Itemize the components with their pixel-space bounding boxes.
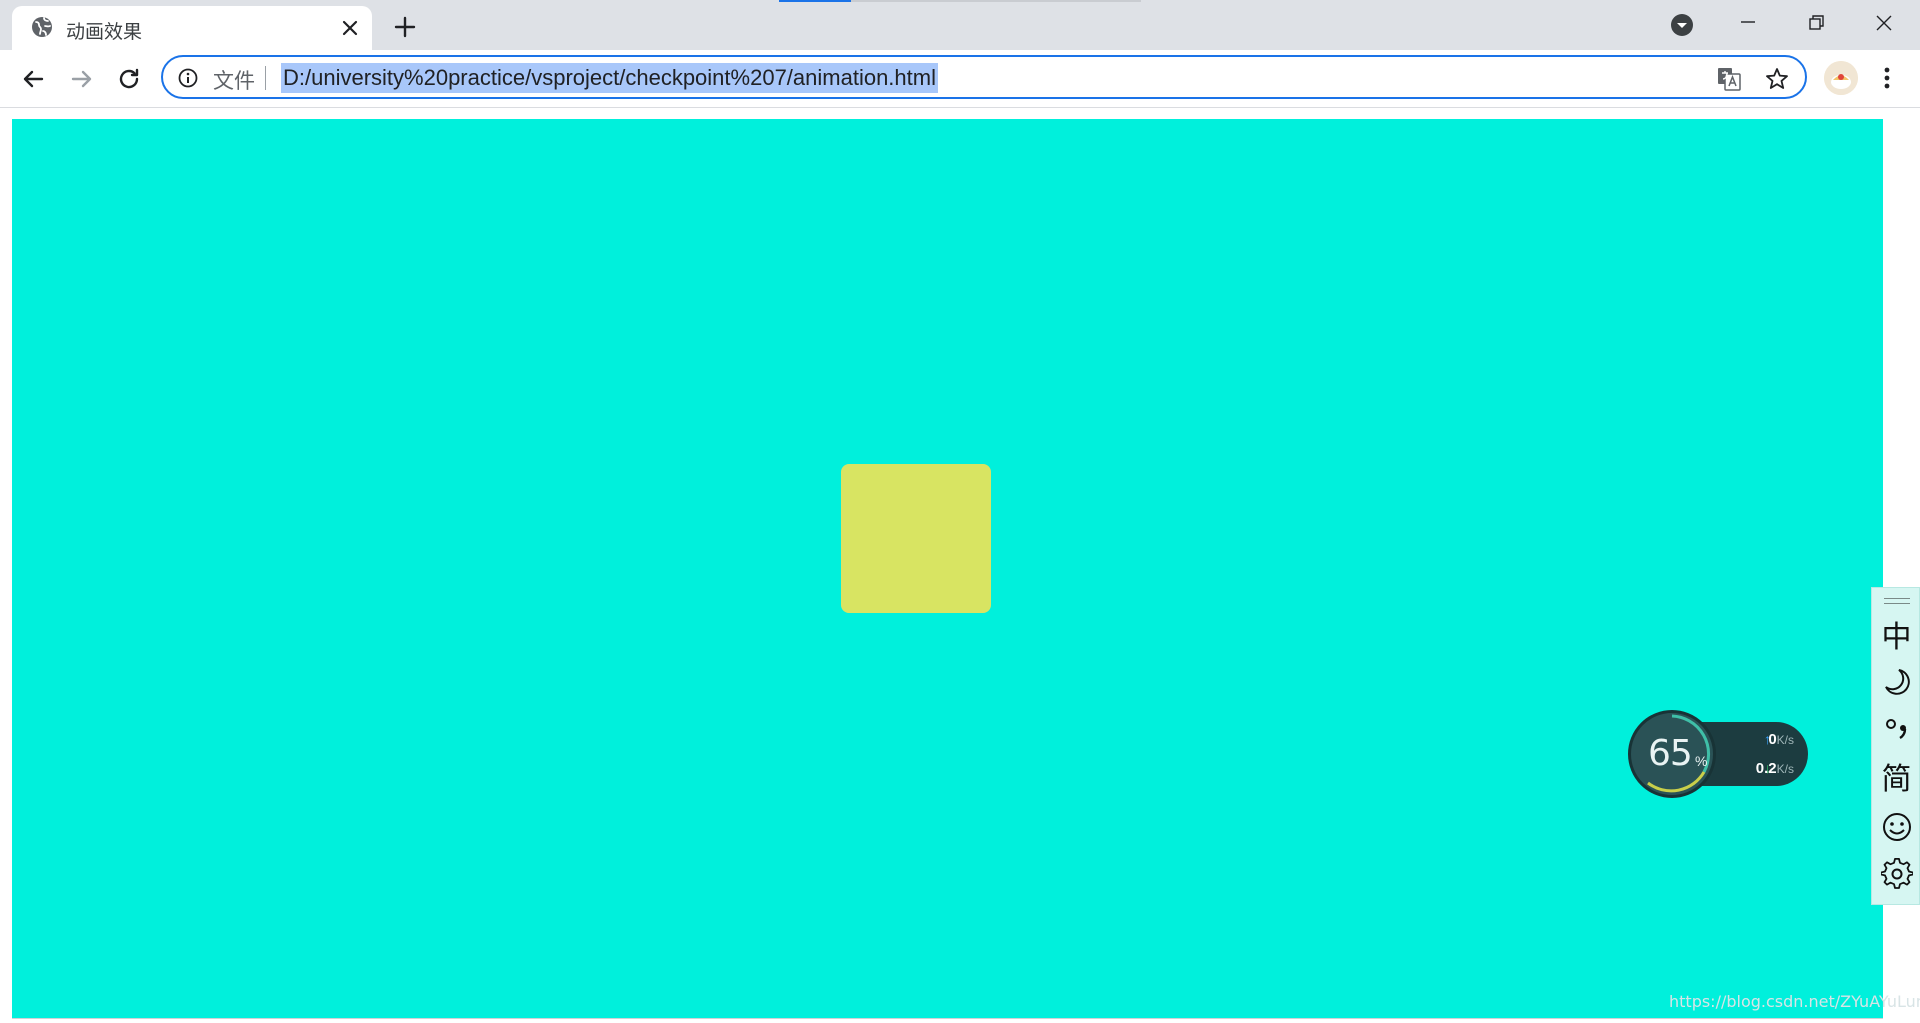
more-menu-icon[interactable] [1874, 63, 1900, 93]
viewport-bottom-edge [12, 1018, 1883, 1019]
minimize-icon[interactable] [1728, 8, 1768, 38]
animated-box [841, 464, 991, 613]
bookmark-star-icon[interactable] [1764, 66, 1790, 92]
ime-simplified[interactable]: 简 [1872, 760, 1920, 800]
translate-icon[interactable] [1716, 66, 1742, 92]
tab-strip: 动画效果 [0, 0, 1920, 50]
tab-title: 动画效果 [66, 21, 143, 43]
address-bar[interactable]: 文件 D:/university%20practice/vsproject/ch… [161, 55, 1807, 99]
usage-percent: 65 [1648, 733, 1693, 774]
loading-track [851, 0, 1141, 2]
scheme-label: 文件 [213, 69, 255, 93]
info-icon[interactable] [177, 67, 199, 89]
upload-rate: 0K/s [1768, 731, 1794, 748]
moon-icon[interactable] [1881, 666, 1913, 698]
animation-stage [12, 119, 1883, 1018]
watermark-text: https://blog.csdn.net/ZYuAYuLuna [1669, 992, 1920, 1011]
avatar-icon [1824, 61, 1858, 95]
close-tab-icon[interactable] [338, 16, 362, 40]
drag-handle[interactable] [1884, 598, 1910, 604]
usage-percent-sign: % [1695, 753, 1708, 769]
punctuation-icon[interactable] [1881, 714, 1913, 746]
speed-monitor-widget[interactable]: ↑ 0K/s ↓ 0.2K/s 65 % [1628, 710, 1808, 800]
close-window-icon[interactable] [1864, 8, 1904, 38]
memory-usage-dial: 65 % [1628, 710, 1716, 798]
gear-icon[interactable] [1881, 858, 1913, 890]
download-rate: 0.2K/s [1755, 760, 1794, 777]
reload-icon[interactable] [113, 63, 145, 95]
omnibox-separator [265, 66, 266, 90]
ime-toolbar: 中 简 [1871, 587, 1920, 905]
tab-search-icon[interactable] [1669, 12, 1695, 38]
smiley-icon[interactable] [1881, 811, 1913, 843]
url-text[interactable]: D:/university%20practice/vsproject/check… [281, 63, 938, 93]
loading-indicator [779, 0, 851, 2]
profile-avatar[interactable] [1824, 61, 1858, 95]
forward-icon[interactable] [66, 63, 98, 95]
restore-icon[interactable] [1796, 8, 1836, 38]
back-icon[interactable] [17, 63, 49, 95]
globe-icon [32, 17, 52, 37]
active-tab[interactable]: 动画效果 [12, 6, 372, 50]
ime-mode-chinese[interactable]: 中 [1872, 618, 1920, 658]
new-tab-icon[interactable] [390, 12, 420, 42]
